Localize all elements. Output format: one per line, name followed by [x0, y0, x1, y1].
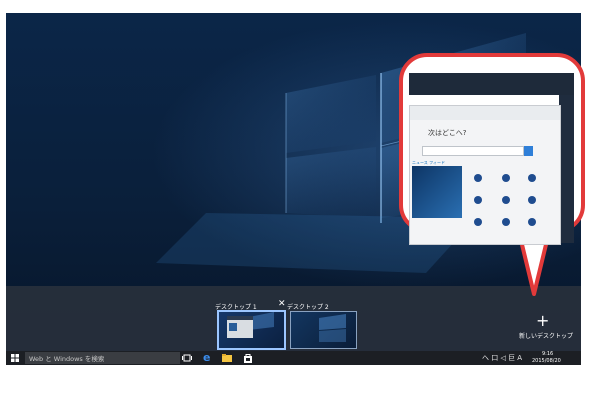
edge-news-image	[412, 166, 462, 218]
background-window	[559, 95, 574, 243]
edge-tile-icon	[502, 196, 510, 204]
edge-tile-icon	[474, 196, 482, 204]
edge-heading: 次はどこへ?	[428, 129, 467, 137]
edge-toolbar	[410, 106, 560, 120]
edge-tile-icon	[528, 174, 536, 182]
desktop-1-thumbnail[interactable]	[217, 310, 286, 350]
new-desktop-label[interactable]: 新しいデスクトップ	[519, 331, 573, 340]
desktop-2-label[interactable]: デスクトップ 2	[287, 302, 329, 311]
edge-tile-icon	[528, 218, 536, 226]
edge-tile-icon	[474, 174, 482, 182]
edge-search-box	[422, 146, 524, 156]
close-desktop-icon[interactable]: ✕	[278, 299, 286, 309]
desktop-1-label[interactable]: デスクトップ 1	[215, 302, 257, 311]
new-desktop-plus-icon[interactable]: +	[536, 313, 549, 329]
task-view-icon[interactable]	[182, 353, 192, 363]
edge-page: 次はどこへ? ニュース フィード	[409, 105, 561, 245]
clock-time[interactable]: 9:16	[542, 351, 553, 357]
search-box[interactable]: Web と Windows を検索	[25, 352, 180, 364]
edge-tile-icon	[528, 196, 536, 204]
edge-tile-icon	[474, 218, 482, 226]
edge-search-button	[524, 146, 533, 156]
taskbar: Web と Windows を検索 e へ 口 ◁ 巨 A 9:16 2015/…	[6, 351, 581, 365]
edge-icon[interactable]: e	[203, 351, 213, 364]
windows-start-icon[interactable]	[11, 354, 19, 362]
file-explorer-icon[interactable]	[222, 353, 232, 363]
desktop-2-thumbnail[interactable]	[290, 311, 357, 349]
edge-tile-icon	[502, 174, 510, 182]
edge-title-bar	[409, 73, 574, 95]
system-tray[interactable]: へ 口 ◁ 巨 A	[482, 353, 522, 363]
edge-window-preview: crosoft Edge 次はどこへ? ニュース フィード	[409, 73, 574, 245]
edge-tile-icon	[502, 218, 510, 226]
clock-date[interactable]: 2015/08/20	[532, 358, 561, 364]
store-icon[interactable]	[243, 353, 253, 363]
edge-window-title: crosoft Edge	[412, 94, 462, 103]
search-placeholder: Web と Windows を検索	[29, 355, 105, 363]
